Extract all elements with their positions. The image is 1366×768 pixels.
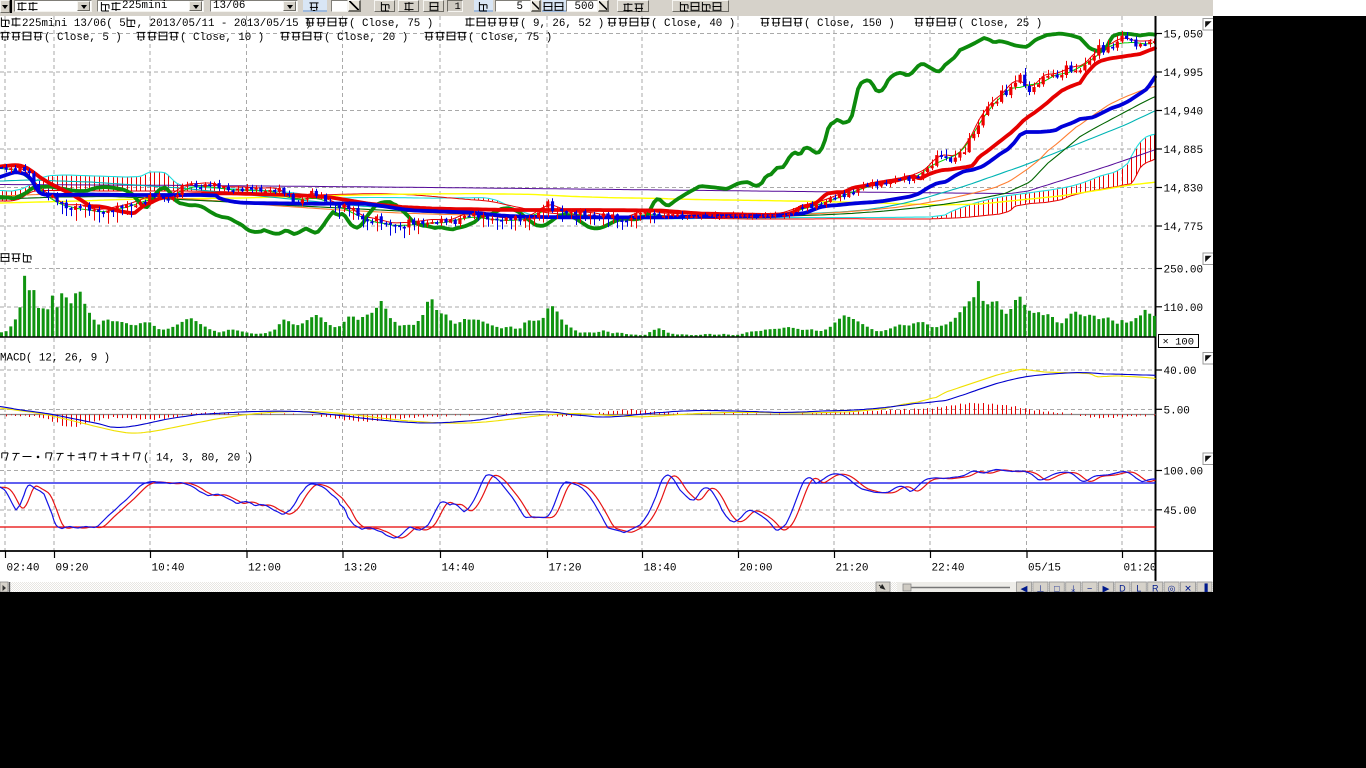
svg-text:05/15: 05/15 xyxy=(1028,563,1061,575)
svg-text:( Close, 5 ): ( Close, 5 ) xyxy=(44,32,122,44)
svg-text:▶: ▶ xyxy=(1103,584,1110,593)
svg-text:D: D xyxy=(1119,584,1126,593)
svg-text:40.00: 40.00 xyxy=(1164,366,1197,378)
svg-text:13:20: 13:20 xyxy=(344,563,377,575)
svg-text:5.00: 5.00 xyxy=(1164,405,1190,417)
svg-text:MACD( 12, 26, 9 ): MACD( 12, 26, 9 ) xyxy=(0,353,110,365)
svg-text:45.00: 45.00 xyxy=(1164,506,1197,518)
svg-text:( Close, 75 ): ( Close, 75 ) xyxy=(468,32,552,44)
svg-text:21:20: 21:20 xyxy=(836,563,869,575)
svg-text:02:40: 02:40 xyxy=(7,563,40,575)
svg-text:10:40: 10:40 xyxy=(152,563,185,575)
svg-text:14,940: 14,940 xyxy=(1164,107,1204,119)
svg-text:250.00: 250.00 xyxy=(1164,265,1204,277)
svg-text:⤓: ⤓ xyxy=(1071,584,1075,593)
svg-text:( Close, 75 ): ( Close, 75 ) xyxy=(349,18,433,30)
svg-text:× 100: × 100 xyxy=(1163,337,1195,349)
svg-text:□: □ xyxy=(1054,584,1060,593)
svg-text:09:20: 09:20 xyxy=(56,563,89,575)
svg-text:( Close, 20 ): ( Close, 20 ) xyxy=(324,32,408,44)
svg-text:R: R xyxy=(1152,584,1159,593)
svg-text:17:20: 17:20 xyxy=(549,563,582,575)
svg-text:−: − xyxy=(1087,584,1092,593)
svg-text:18:40: 18:40 xyxy=(644,563,677,575)
svg-text:225mini 13/06( 5: 225mini 13/06( 5 xyxy=(22,18,126,30)
svg-text:15,050: 15,050 xyxy=(1164,30,1204,42)
svg-text:14:40: 14:40 xyxy=(442,563,475,575)
svg-text:22:40: 22:40 xyxy=(932,563,965,575)
svg-text:( Close, 150 ): ( Close, 150 ) xyxy=(804,18,895,30)
svg-text:✕: ✕ xyxy=(1184,584,1192,593)
svg-text:◀: ◀ xyxy=(1021,584,1028,593)
svg-text:( Close, 40 ): ( Close, 40 ) xyxy=(651,18,735,30)
svg-text:14,775: 14,775 xyxy=(1164,222,1204,234)
svg-text:( 9, 26, 52 ): ( 9, 26, 52 ) xyxy=(520,18,604,30)
svg-text:12:00: 12:00 xyxy=(248,563,281,575)
svg-text:100.00: 100.00 xyxy=(1164,467,1204,479)
svg-text:14,830: 14,830 xyxy=(1164,184,1204,196)
svg-text:▐: ▐ xyxy=(1201,583,1208,593)
svg-text:( Close, 25 ): ( Close, 25 ) xyxy=(958,18,1042,30)
svg-text:, 2013/05/11 - 2013/05/15 ): , 2013/05/11 - 2013/05/15 ) xyxy=(137,18,312,30)
svg-text:⊥: ⊥ xyxy=(1036,584,1044,593)
svg-text:01:20: 01:20 xyxy=(1124,563,1157,575)
svg-text:( Close, 10 ): ( Close, 10 ) xyxy=(180,32,264,44)
svg-text:14,885: 14,885 xyxy=(1164,145,1204,157)
svg-text:◎: ◎ xyxy=(1168,584,1176,593)
svg-text:14,995: 14,995 xyxy=(1164,68,1204,80)
svg-text:L: L xyxy=(1136,584,1141,593)
svg-text:( 14, 3, 80, 20 ): ( 14, 3, 80, 20 ) xyxy=(143,453,253,465)
svg-text:20:00: 20:00 xyxy=(740,563,773,575)
svg-text:110.00: 110.00 xyxy=(1164,303,1204,315)
